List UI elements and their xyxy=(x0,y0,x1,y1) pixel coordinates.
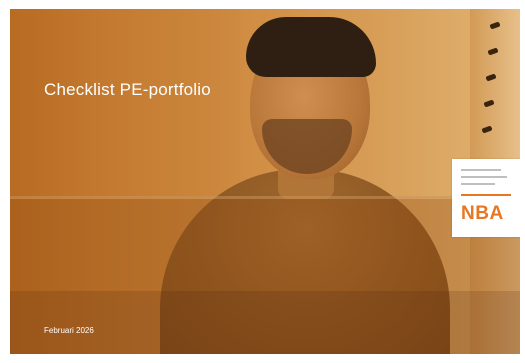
logo-tagline-line xyxy=(461,176,507,178)
logo-accent-bar xyxy=(461,194,511,196)
photo-person-hair xyxy=(246,17,376,77)
logo-tagline-line xyxy=(461,183,495,185)
nba-logo: NBA xyxy=(452,159,520,237)
document-date: Februari 2026 xyxy=(44,326,94,335)
logo-tagline-line xyxy=(461,169,501,171)
document-title: Checklist PE-portfolio xyxy=(44,80,211,99)
overlay-band-bottom xyxy=(10,291,520,354)
overlay-band-middle xyxy=(10,196,520,291)
logo-wordmark: NBA xyxy=(461,203,504,224)
report-cover: Checklist PE-portfolio Februari 2026 NBA xyxy=(10,9,520,354)
overlay-band-divider xyxy=(10,196,520,199)
